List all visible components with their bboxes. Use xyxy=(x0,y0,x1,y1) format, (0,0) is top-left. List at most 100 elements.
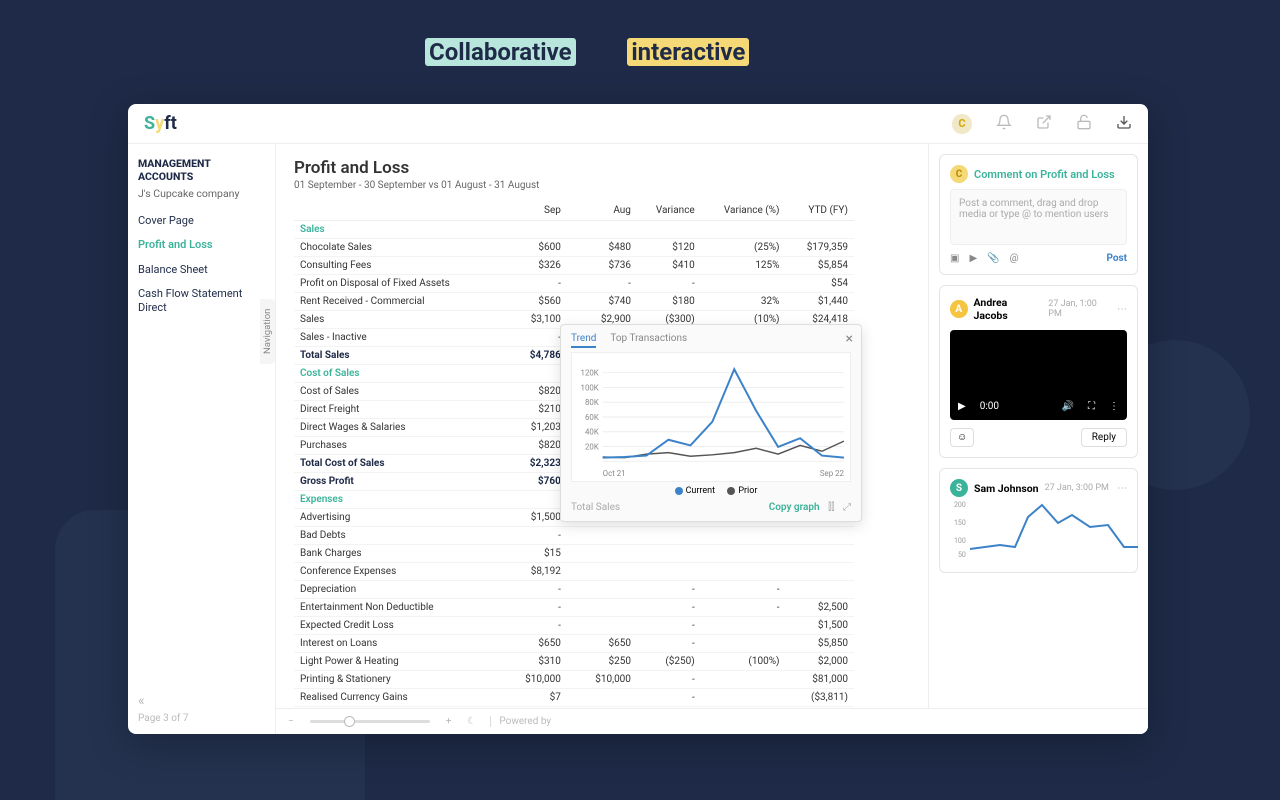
comment-card-2: S Sam Johnson 27 Jan, 3:00 PM ⋯ 200 150 … xyxy=(939,468,1138,573)
navigation-tab[interactable]: Navigation xyxy=(260,299,275,364)
svg-text:40K: 40K xyxy=(585,428,599,437)
expand-icon[interactable]: ⤢ xyxy=(843,502,851,513)
logo: Syft xyxy=(144,113,177,134)
table-header xyxy=(294,201,497,221)
comment-chart: 200 150 100 50 xyxy=(950,497,1140,559)
svg-text:100: 100 xyxy=(954,537,966,545)
report-title: Profit and Loss xyxy=(294,158,910,178)
video-icon[interactable]: ▶ xyxy=(969,253,977,264)
page-indicator: Page 3 of 7 xyxy=(138,713,188,724)
sidebar-item-balance[interactable]: Balance Sheet xyxy=(138,263,265,277)
comment-time: 27 Jan, 1:00 PM xyxy=(1048,299,1111,319)
more-icon[interactable]: ⋯ xyxy=(1117,304,1127,315)
collapse-sidebar-icon[interactable]: « xyxy=(138,693,188,709)
table-row[interactable]: Rent Received - Commercial$560$740$18032… xyxy=(294,293,854,311)
avatar-s: S xyxy=(950,479,968,497)
comment-user: Andrea Jacobs xyxy=(974,296,1043,322)
table-row[interactable]: Light Power & Heating$310$250($250)(100%… xyxy=(294,653,854,671)
bell-icon[interactable] xyxy=(996,114,1012,134)
svg-text:Sep 22: Sep 22 xyxy=(820,469,845,478)
fullscreen-icon[interactable]: ⛶ xyxy=(1088,401,1095,412)
svg-text:60K: 60K xyxy=(585,413,599,422)
external-link-icon[interactable] xyxy=(1036,114,1052,134)
table-header: Sep xyxy=(497,201,567,221)
svg-text:50: 50 xyxy=(958,551,966,559)
table-row[interactable]: Bank Charges$15 xyxy=(294,545,854,563)
trend-popup: × Trend Top Transactions 20K 40K 60K 80K 100… xyxy=(560,324,862,522)
volume-icon[interactable]: 🔊 xyxy=(1062,401,1074,412)
tab-trend[interactable]: Trend xyxy=(571,333,596,348)
sidebar-item-cashflow[interactable]: Cash Flow Statement Direct xyxy=(138,287,265,316)
sidebar-item-pnl[interactable]: Profit and Loss xyxy=(138,238,265,252)
post-button[interactable]: Post xyxy=(1106,253,1127,264)
table-header: Aug xyxy=(567,201,637,221)
svg-text:120K: 120K xyxy=(581,369,599,378)
powered-by: Powered by xyxy=(490,716,551,727)
copy-graph-button[interactable]: Copy graph xyxy=(769,502,820,513)
company-name: J's Cupcake company xyxy=(138,187,265,200)
comment-header: Comment on Profit and Loss xyxy=(974,168,1115,181)
page-headline: Collaborative and interactive reporting xyxy=(0,38,1280,66)
table-row[interactable]: Interest on Loans$650$650-$5,850 xyxy=(294,635,854,653)
svg-text:150: 150 xyxy=(954,519,966,527)
unlock-icon[interactable] xyxy=(1076,114,1092,134)
table-row[interactable]: Conference Expenses$8,192 xyxy=(294,563,854,581)
table-row[interactable]: Expected Credit Loss--$1,500 xyxy=(294,617,854,635)
chart-icon[interactable]: ⫿⫿ xyxy=(828,502,834,513)
zoom-in-button[interactable]: + xyxy=(446,716,452,727)
video-attachment[interactable]: ▶ 0:00 🔊 ⛶ ⋮ xyxy=(950,330,1127,420)
moon-icon[interactable]: ☾ xyxy=(467,716,476,727)
table-row[interactable]: Entertainment Non Deductible---$2,500 xyxy=(294,599,854,617)
comment-card-1: A Andrea Jacobs 27 Jan, 1:00 PM ⋯ ▶ 0:00… xyxy=(939,285,1138,458)
zoom-out-button[interactable]: − xyxy=(288,716,294,727)
table-row[interactable]: Depreciation--- xyxy=(294,581,854,599)
more-icon[interactable]: ⋯ xyxy=(1117,483,1127,494)
bottom-bar: − + ☾ Powered by xyxy=(276,708,1148,734)
avatar-c: C xyxy=(950,165,968,183)
main-content: Profit and Loss 01 September - 30 Septem… xyxy=(276,144,928,734)
table-row[interactable]: Realised Currency Gains$7-($3,811) xyxy=(294,689,854,707)
table-header: Variance xyxy=(637,201,701,221)
appbar: Syft C xyxy=(128,104,1148,144)
app-window: Syft C MANAGEMENT ACCOUNTS J's Cupcake c… xyxy=(128,104,1148,734)
comment-composer: C Comment on Profit and Loss Post a comm… xyxy=(939,154,1138,275)
svg-text:100K: 100K xyxy=(581,383,599,392)
reply-button[interactable]: Reply xyxy=(1081,428,1127,447)
chart-legend: Current Prior xyxy=(571,486,851,496)
comment-user: Sam Johnson xyxy=(974,482,1039,495)
table-row[interactable]: Profit on Disposal of Fixed Assets---$54 xyxy=(294,275,854,293)
mention-icon[interactable]: @ xyxy=(1010,253,1019,264)
close-icon[interactable]: × xyxy=(846,331,853,347)
emoji-button[interactable]: ☺ xyxy=(950,428,974,447)
tab-top-transactions[interactable]: Top Transactions xyxy=(610,333,687,348)
table-row[interactable]: Chocolate Sales$600$480$120(25%)$179,359 xyxy=(294,239,854,257)
zoom-slider[interactable] xyxy=(310,720,430,723)
attach-icon[interactable]: 📎 xyxy=(987,253,999,264)
table-row[interactable]: Printing & Stationery$10,000$10,000-$81,… xyxy=(294,671,854,689)
sidebar-item-cover[interactable]: Cover Page xyxy=(138,214,265,228)
date-range: 01 September - 30 September vs 01 August… xyxy=(294,180,910,191)
comment-input[interactable]: Post a comment, drag and drop media or t… xyxy=(950,189,1127,245)
play-icon[interactable]: ▶ xyxy=(958,401,966,412)
sidebar-heading: MANAGEMENT ACCOUNTS xyxy=(138,158,265,183)
sidebar: MANAGEMENT ACCOUNTS J's Cupcake company … xyxy=(128,144,276,734)
popup-footer-label: Total Sales xyxy=(571,502,620,513)
table-row[interactable]: Bad Debts- xyxy=(294,527,854,545)
svg-text:20K: 20K xyxy=(585,442,599,451)
table-header: YTD (FY) xyxy=(786,201,855,221)
table-row[interactable]: Sales xyxy=(294,221,854,239)
table-row[interactable]: Consulting Fees$326$736$410125%$5,854 xyxy=(294,257,854,275)
table-header: Variance (%) xyxy=(701,201,786,221)
avatar-a: A xyxy=(950,300,968,318)
trend-chart: 20K 40K 60K 80K 100K 120K Oct 21 Sep 22 xyxy=(571,352,851,482)
download-icon[interactable] xyxy=(1116,114,1132,134)
svg-text:80K: 80K xyxy=(585,398,599,407)
svg-text:200: 200 xyxy=(954,501,966,509)
image-icon[interactable]: ▣ xyxy=(950,253,959,264)
comments-panel: C Comment on Profit and Loss Post a comm… xyxy=(928,144,1148,734)
svg-text:Oct 21: Oct 21 xyxy=(603,469,626,478)
video-menu-icon[interactable]: ⋮ xyxy=(1109,401,1119,412)
video-time: 0:00 xyxy=(980,401,999,412)
comment-time: 27 Jan, 3:00 PM xyxy=(1045,483,1109,493)
avatar-badge[interactable]: C xyxy=(952,114,972,134)
